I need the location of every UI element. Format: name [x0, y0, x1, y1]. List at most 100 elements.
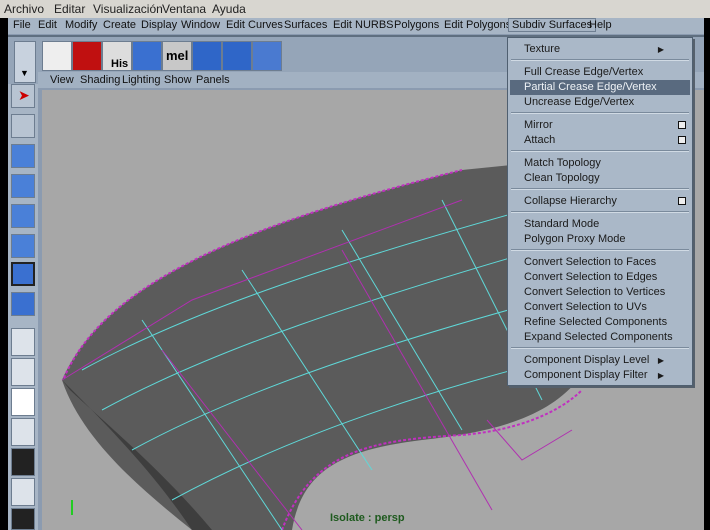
menu-item-collapse-hierarchy[interactable]: Collapse Hierarchy	[510, 194, 690, 209]
move-tool-icon[interactable]	[11, 174, 35, 198]
option-box-icon[interactable]	[678, 121, 686, 129]
menu-display[interactable]: Display	[138, 19, 180, 31]
isolate-status: Isolate : persp	[330, 512, 405, 524]
menu-item-label: Convert Selection to Faces	[524, 256, 657, 268]
four-view-layout-icon[interactable]	[11, 358, 35, 386]
dope-sheet-layout-icon[interactable]	[11, 478, 35, 506]
menu-ventana[interactable]: Ventana	[162, 2, 206, 16]
outliner-layout-icon[interactable]	[11, 388, 35, 416]
panel-menu-view[interactable]: View	[50, 74, 74, 86]
menu-item-component-display-filter[interactable]: Component Display Filter ▶	[510, 368, 690, 383]
menu-item-convert-selection-to-edges[interactable]: Convert Selection to Edges	[510, 270, 690, 285]
menu-visualizacion[interactable]: Visualización	[93, 2, 163, 16]
menu-separator	[511, 112, 689, 114]
shelf-menu-button[interactable]: ▼	[14, 41, 36, 83]
menu-item-label: Polygon Proxy Mode	[524, 233, 626, 245]
menu-item-label: Attach	[524, 134, 556, 146]
subdiv-icon[interactable]	[252, 41, 282, 71]
menu-item-polygon-proxy-mode[interactable]: Polygon Proxy Mode	[510, 232, 690, 247]
menu-item-standard-mode[interactable]: Standard Mode	[510, 217, 690, 232]
option-box-icon[interactable]	[678, 136, 686, 144]
menu-edit-curves[interactable]: Edit Curves	[223, 19, 286, 31]
mel-label: mel	[166, 48, 189, 63]
menu-item-convert-selection-to-faces[interactable]: Convert Selection to Faces	[510, 255, 690, 270]
mel-button[interactable]: mel	[162, 41, 192, 71]
menu-item-clean-topology[interactable]: Clean Topology	[510, 171, 690, 186]
menu-separator	[511, 188, 689, 190]
scale-tool-icon[interactable]	[11, 234, 35, 258]
menu-edit[interactable]: Edit	[35, 19, 60, 31]
panel-menu-shading[interactable]: Shading	[80, 74, 120, 86]
hypergraph-layout-icon[interactable]	[11, 448, 35, 476]
menu-item-label: Refine Selected Components	[524, 316, 668, 328]
menu-file[interactable]: File	[10, 19, 34, 31]
manipulator-tool-icon[interactable]	[11, 262, 35, 286]
menu-item-uncrease-edge-vertex[interactable]: Uncrease Edge/Vertex	[510, 95, 690, 110]
menu-item-label: Uncrease Edge/Vertex	[524, 96, 635, 108]
menu-item-label: Match Topology	[524, 157, 601, 169]
menu-window[interactable]: Window	[178, 19, 223, 31]
menu-item-label: Clean Topology	[524, 172, 600, 184]
polygon-icon[interactable]	[132, 41, 162, 71]
menu-item-match-topology[interactable]: Match Topology	[510, 156, 690, 171]
menu-help[interactable]: Help	[586, 19, 615, 31]
menu-archivo[interactable]: Archivo	[4, 2, 44, 16]
paint-select-icon[interactable]	[11, 144, 35, 168]
menu-separator	[511, 211, 689, 213]
menu-ayuda[interactable]: Ayuda	[212, 2, 246, 16]
select-tool-icon[interactable]: ➤	[11, 84, 35, 108]
menu-item-label: Standard Mode	[524, 218, 600, 230]
menu-item-label: Expand Selected Components	[524, 331, 673, 343]
menu-edit-polygons[interactable]: Edit Polygons	[441, 19, 514, 31]
menu-separator	[511, 59, 689, 61]
menu-item-label: Mirror	[524, 119, 553, 131]
history-button[interactable]: His	[102, 41, 132, 71]
menu-polygons[interactable]: Polygons	[391, 19, 442, 31]
split-poly-icon[interactable]	[192, 41, 222, 71]
ipr-render-icon[interactable]	[72, 41, 102, 71]
option-box-icon[interactable]	[678, 197, 686, 205]
os-menubar: Archivo Editar Visualización Ventana Ayu…	[0, 0, 710, 18]
menu-item-label: Collapse Hierarchy	[524, 195, 617, 207]
menu-item-convert-selection-to-vertices[interactable]: Convert Selection to Vertices	[510, 285, 690, 300]
menu-surfaces[interactable]: Surfaces	[281, 19, 330, 31]
menu-subdiv-surfaces[interactable]: Subdiv Surfaces	[508, 18, 597, 32]
menu-item-attach[interactable]: Attach	[510, 133, 690, 148]
menu-item-refine-selected-components[interactable]: Refine Selected Components	[510, 315, 690, 330]
panel-menu-lighting[interactable]: Lighting	[122, 74, 161, 86]
menu-edit-nurbs[interactable]: Edit NURBS	[330, 19, 397, 31]
menu-item-convert-selection-to-uvs[interactable]: Convert Selection to UVs	[510, 300, 690, 315]
main-menubar: File Edit Modify Create Display Window E…	[8, 18, 704, 34]
menu-modify[interactable]: Modify	[62, 19, 100, 31]
menu-item-full-crease-edge-vertex[interactable]: Full Crease Edge/Vertex	[510, 65, 690, 80]
graph-layout-icon[interactable]	[11, 418, 35, 446]
menu-create[interactable]: Create	[100, 19, 139, 31]
lasso-tool-icon[interactable]	[11, 114, 35, 138]
triangle-down-icon: ▼	[20, 68, 29, 78]
subdiv-surfaces-dropdown: Texture ▶ Full Crease Edge/Vertex Partial C…	[507, 37, 693, 386]
extrude-icon[interactable]	[222, 41, 252, 71]
toolbox: ➤	[8, 84, 38, 530]
menu-item-component-display-level[interactable]: Component Display Level ▶	[510, 353, 690, 368]
render-icon[interactable]	[42, 41, 72, 71]
menu-item-texture[interactable]: Texture ▶	[510, 42, 690, 57]
submenu-arrow-icon: ▶	[657, 356, 664, 365]
menu-item-label: Component Display Level	[524, 354, 650, 366]
menu-separator	[511, 150, 689, 152]
history-label: His	[111, 58, 129, 70]
menu-item-mirror[interactable]: Mirror	[510, 118, 690, 133]
single-view-layout-icon[interactable]	[11, 328, 35, 356]
maya-logo	[11, 508, 35, 530]
panel-menu-show[interactable]: Show	[164, 74, 192, 86]
menu-item-label: Convert Selection to Edges	[524, 271, 658, 283]
menu-item-label: Partial Crease Edge/Vertex	[524, 81, 657, 93]
panel-menu-panels[interactable]: Panels	[196, 74, 230, 86]
rotate-tool-icon[interactable]	[11, 204, 35, 228]
menu-item-expand-selected-components[interactable]: Expand Selected Components	[510, 330, 690, 345]
menu-item-label: Convert Selection to UVs	[524, 301, 647, 313]
menu-separator	[511, 347, 689, 349]
menu-item-label: Component Display Filter	[524, 369, 648, 381]
menu-item-partial-crease-edge-vertex[interactable]: Partial Crease Edge/Vertex	[510, 80, 690, 95]
menu-editar[interactable]: Editar	[54, 2, 85, 16]
last-tool-icon[interactable]	[11, 292, 35, 316]
